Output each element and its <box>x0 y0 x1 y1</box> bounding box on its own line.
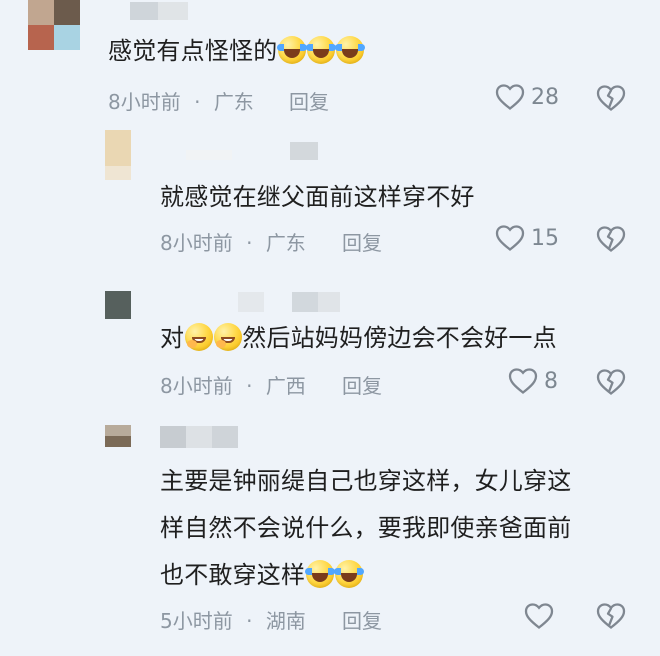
broken-heart-icon <box>596 603 626 629</box>
laugh-cry-emoji-icon <box>277 36 308 64</box>
heart-icon <box>508 368 538 394</box>
dislike-button[interactable] <box>596 602 626 630</box>
comment-body-line: 样自然不会说什么，要我即使亲爸面前 <box>160 514 572 542</box>
laugh-cry-emoji-icon <box>305 560 336 588</box>
comment-location: 广东 <box>265 231 306 255</box>
comment-meta: 8小时前 · 广西 <box>160 370 306 399</box>
comment-item-2: 就感觉在继父面前这样穿不好 8小时前 · 广东 回复 15 <box>0 128 660 263</box>
laugh-cry-emoji-icon <box>306 36 337 64</box>
comment-text-line-3: 也不敢穿这样 <box>160 555 365 596</box>
like-button[interactable]: 28 <box>495 83 559 111</box>
comment-time: 8小时前 <box>160 231 233 255</box>
comment-body-line: 主要是钟丽缇自己也穿这样，女儿穿这 <box>160 467 572 495</box>
comment-text: 就感觉在继父面前这样穿不好 <box>160 177 475 218</box>
avatar-pixel <box>28 0 54 25</box>
dislike-button[interactable] <box>596 84 626 112</box>
dislike-button[interactable] <box>596 225 626 253</box>
laugh-cry-emoji-icon <box>334 560 365 588</box>
comment-text-line-1: 主要是钟丽缇自己也穿这样，女儿穿这 <box>160 461 571 502</box>
like-count: 8 <box>544 368 558 394</box>
like-button[interactable] <box>524 602 554 630</box>
like-count: 15 <box>531 225 559 251</box>
broken-heart-icon <box>596 369 626 395</box>
username-block <box>318 292 340 312</box>
username-block <box>212 426 238 448</box>
like-button[interactable]: 15 <box>495 224 559 252</box>
username-block <box>238 292 264 312</box>
avatar[interactable] <box>105 291 131 319</box>
heart-icon <box>495 84 525 110</box>
comment-meta: 5小时前 · 湖南 <box>160 605 306 634</box>
comment-text-line-2: 样自然不会说什么，要我即使亲爸面前 <box>160 508 571 549</box>
username-block <box>160 426 186 448</box>
avatar-pixel <box>28 25 54 50</box>
meta-separator: · <box>246 609 253 633</box>
username-block <box>292 292 318 312</box>
avatar-pixel <box>105 130 131 166</box>
comment-location: 广西 <box>265 374 306 398</box>
comment-item-1: 感觉有点怪怪的 8小时前 · 广东 回复 28 <box>0 0 660 120</box>
comment-time: 8小时前 <box>160 374 233 398</box>
avatar-pixel <box>105 436 131 447</box>
comment-time: 5小时前 <box>160 609 233 633</box>
comment-body: 就感觉在继父面前这样穿不好 <box>160 183 475 211</box>
broken-heart-icon <box>596 85 626 111</box>
comment-item-4: 主要是钟丽缇自己也穿这样，女儿穿这 样自然不会说什么，要我即使亲爸面前 也不敢穿… <box>0 420 660 656</box>
comment-location: 广东 <box>213 90 254 114</box>
avatar-pixel <box>105 425 131 436</box>
avatar-pixel <box>105 166 131 180</box>
comment-body-line: 也不敢穿这样 <box>160 561 306 589</box>
like-count: 28 <box>531 84 559 110</box>
comment-text: 对 然后站妈妈傍边会不会好一点 <box>160 318 557 359</box>
comment-item-3: 对 然后站妈妈傍边会不会好一点 8小时前 · 广西 回复 8 <box>0 287 660 407</box>
comment-body-before: 对 <box>160 324 185 352</box>
avatar[interactable] <box>105 130 131 180</box>
comment-location: 湖南 <box>265 609 306 633</box>
username-block <box>158 2 188 20</box>
username[interactable] <box>186 140 318 160</box>
comment-time: 8小时前 <box>108 90 181 114</box>
dislike-button[interactable] <box>596 368 626 396</box>
reply-button[interactable]: 回复 <box>342 227 382 256</box>
reply-button[interactable]: 回复 <box>289 86 329 115</box>
heart-icon <box>524 603 554 629</box>
comment-text: 感觉有点怪怪的 <box>108 31 366 72</box>
avatar-pixel <box>54 0 80 25</box>
username-block <box>186 150 232 160</box>
username[interactable] <box>130 2 188 22</box>
grin-emoji-icon <box>185 323 214 351</box>
meta-separator: · <box>194 90 201 114</box>
avatar-pixel <box>54 25 80 50</box>
reply-button[interactable]: 回复 <box>342 370 382 399</box>
like-button[interactable]: 8 <box>508 367 558 395</box>
comment-body-after: 然后站妈妈傍边会不会好一点 <box>242 324 557 352</box>
avatar-pixel <box>105 291 131 319</box>
comment-body: 感觉有点怪怪的 <box>108 37 278 65</box>
avatar[interactable] <box>28 0 80 50</box>
comment-thread: { "comments": [ { "text": "感觉有点怪怪的", "em… <box>0 0 660 656</box>
broken-heart-icon <box>596 226 626 252</box>
grin-emoji-icon <box>214 323 243 351</box>
comment-meta: 8小时前 · 广东 <box>108 86 254 115</box>
username-block <box>186 426 212 448</box>
laugh-cry-emoji-icon <box>335 36 366 64</box>
heart-icon <box>495 225 525 251</box>
meta-separator: · <box>246 374 253 398</box>
meta-separator: · <box>246 231 253 255</box>
username[interactable] <box>160 426 238 448</box>
reply-button[interactable]: 回复 <box>342 605 382 634</box>
username-block <box>130 2 158 20</box>
avatar[interactable] <box>105 425 131 447</box>
comment-meta: 8小时前 · 广东 <box>160 227 306 256</box>
username[interactable] <box>238 292 340 312</box>
username-block <box>290 142 318 160</box>
